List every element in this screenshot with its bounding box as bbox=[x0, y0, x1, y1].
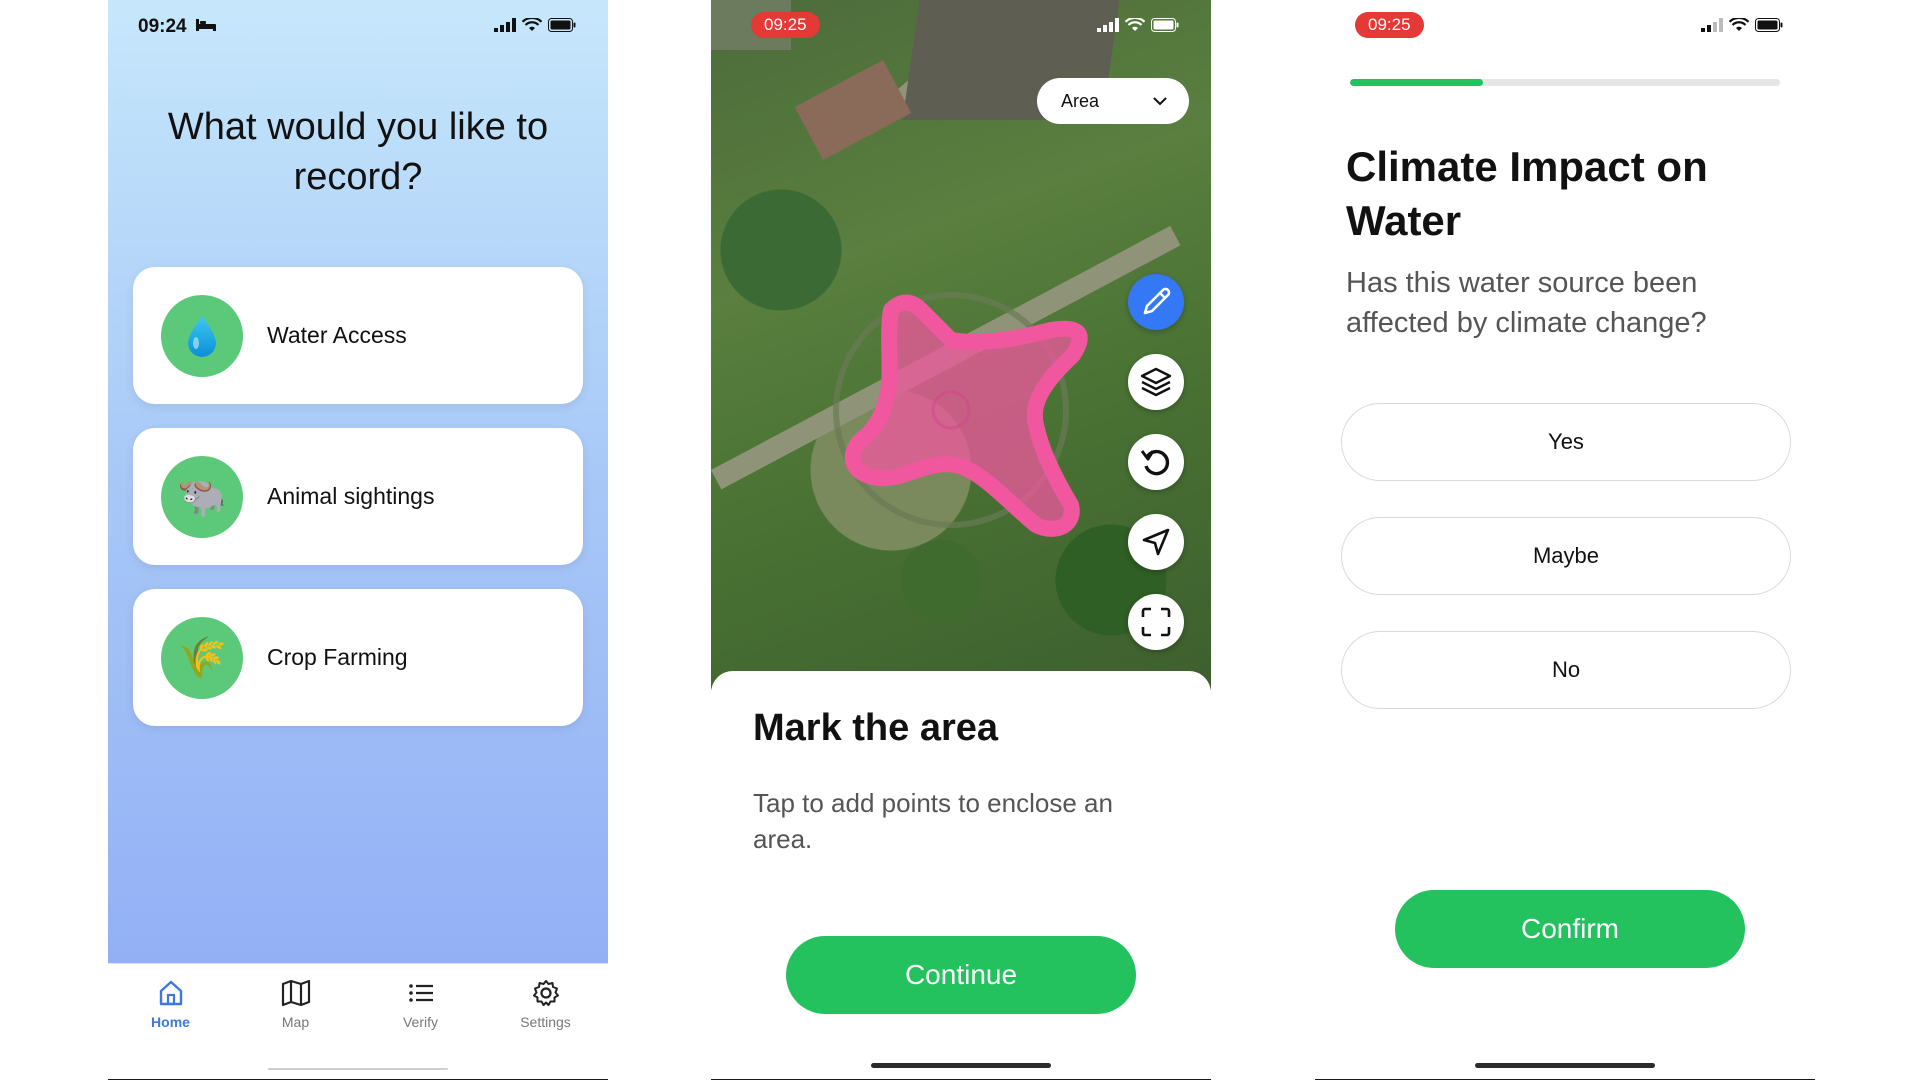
option-no[interactable]: No bbox=[1341, 631, 1791, 709]
navigation-icon bbox=[1142, 528, 1170, 556]
wifi-icon bbox=[1729, 18, 1749, 31]
tab-settings[interactable]: Settings bbox=[483, 964, 608, 1080]
fullscreen-icon bbox=[1141, 607, 1171, 637]
layers-icon bbox=[1140, 367, 1172, 397]
option-yes[interactable]: Yes bbox=[1341, 403, 1791, 481]
home-indicator bbox=[871, 1063, 1051, 1068]
battery-icon bbox=[548, 18, 576, 32]
signal-icon bbox=[494, 18, 516, 32]
draw-tool-button[interactable] bbox=[1128, 274, 1184, 330]
signal-icon bbox=[1701, 18, 1723, 32]
list-icon bbox=[408, 984, 433, 1002]
sheet-title: Mark the area bbox=[753, 707, 999, 749]
pencil-icon bbox=[1143, 287, 1171, 315]
category-water-access[interactable]: Water Access bbox=[133, 267, 583, 404]
home-indicator bbox=[1475, 1063, 1655, 1068]
category-label: Water Access bbox=[267, 322, 407, 348]
area-type-select[interactable]: Area bbox=[1037, 78, 1189, 124]
crop-icon: 🌾 bbox=[161, 616, 243, 699]
tab-bar: Home Map Verify Settings bbox=[108, 963, 608, 1080]
map-icon bbox=[281, 979, 310, 1007]
continue-button[interactable]: Continue bbox=[786, 936, 1136, 1014]
tab-label: Map bbox=[281, 1014, 310, 1030]
layers-button[interactable] bbox=[1128, 354, 1184, 410]
chevron-down-icon bbox=[1153, 97, 1167, 106]
tab-label: Verify bbox=[402, 1014, 438, 1030]
category-label: Crop Farming bbox=[267, 644, 408, 670]
tab-verify[interactable]: Verify bbox=[358, 964, 483, 1080]
status-icons bbox=[1701, 18, 1783, 32]
battery-icon bbox=[1151, 18, 1179, 32]
cow-icon: 🐃 bbox=[161, 455, 243, 538]
map-screen: 09:25 Area Mark the area Tap to add poin… bbox=[711, 0, 1211, 1080]
fullscreen-button[interactable] bbox=[1128, 594, 1184, 650]
battery-icon bbox=[1755, 18, 1783, 32]
category-label: Animal sightings bbox=[267, 483, 435, 509]
question-title: Climate Impact on Water bbox=[1346, 143, 1708, 244]
tab-label: Home bbox=[151, 1014, 190, 1030]
bottom-sheet: Mark the area Tap to add points to enclo… bbox=[711, 671, 1211, 1080]
undo-icon bbox=[1140, 449, 1170, 476]
progress-fill bbox=[1350, 79, 1484, 86]
tab-home[interactable]: Home bbox=[108, 964, 233, 1080]
area-type-value: Area bbox=[1061, 90, 1100, 111]
survey-progress-bar bbox=[1350, 79, 1780, 86]
confirm-button[interactable]: Confirm bbox=[1395, 890, 1745, 968]
status-icons bbox=[494, 18, 576, 32]
category-animal-sightings[interactable]: 🐃 Animal sightings bbox=[133, 428, 583, 565]
home-indicator bbox=[268, 1068, 448, 1070]
recording-time-pill: 09:25 bbox=[751, 12, 820, 38]
undo-button[interactable] bbox=[1128, 434, 1184, 490]
home-screen: 09:24 What would you like to record? Wat… bbox=[108, 0, 608, 1080]
sheet-instructions: Tap to add points to enclose an area. bbox=[753, 788, 1113, 854]
signal-icon bbox=[1097, 18, 1119, 32]
category-crop-farming[interactable]: 🌾 Crop Farming bbox=[133, 589, 583, 726]
question-screen: 09:25 Climate Impact on Water Has this w… bbox=[1315, 0, 1815, 1080]
water-drop-icon bbox=[161, 294, 243, 377]
tab-label: Settings bbox=[520, 1014, 571, 1030]
status-time: 09:24 bbox=[138, 16, 217, 38]
wifi-icon bbox=[522, 18, 542, 31]
home-icon bbox=[159, 980, 182, 1006]
question-text: Has this water source been affected by c… bbox=[1346, 267, 1707, 339]
page-title: What would you like to record? bbox=[167, 106, 549, 198]
gear-icon bbox=[532, 980, 559, 1006]
tab-map[interactable]: Map bbox=[233, 964, 358, 1080]
bed-icon bbox=[195, 16, 217, 38]
option-maybe[interactable]: Maybe bbox=[1341, 517, 1791, 595]
recording-time-pill: 09:25 bbox=[1355, 12, 1424, 38]
status-icons bbox=[1097, 18, 1179, 32]
locate-button[interactable] bbox=[1128, 514, 1184, 570]
wifi-icon bbox=[1125, 18, 1145, 31]
